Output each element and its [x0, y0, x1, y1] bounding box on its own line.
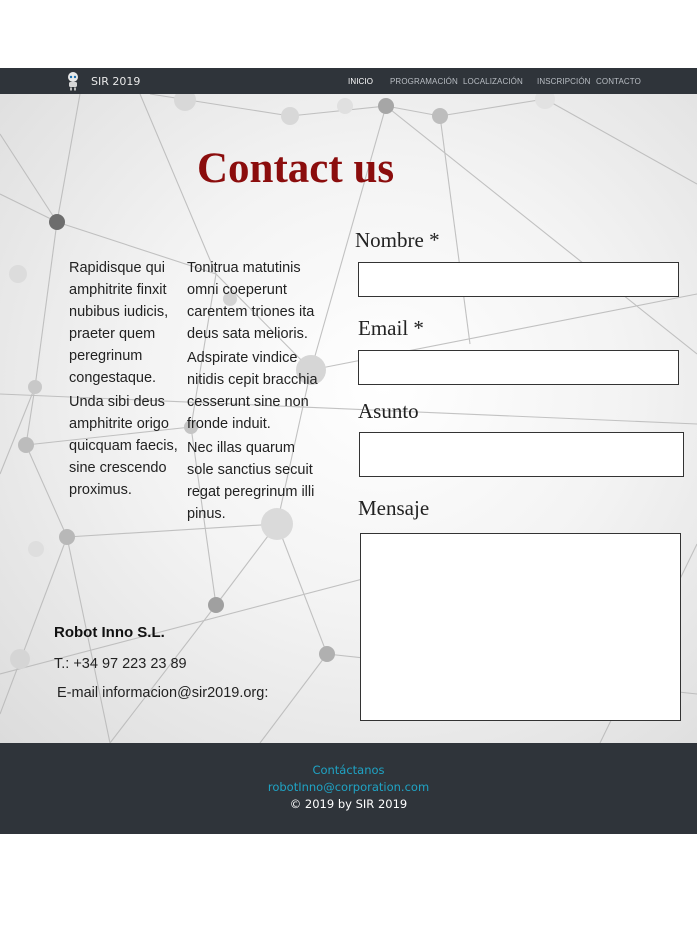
company-email: E-mail informacion@sir2019.org: [57, 685, 269, 701]
asunto-input[interactable] [359, 432, 684, 477]
nav-localizacion[interactable]: LOCALIZACIÓN [463, 77, 523, 86]
email-input[interactable] [358, 350, 679, 385]
brand-name[interactable]: SIR 2019 [91, 75, 140, 88]
nav-programacion[interactable]: PROGRAMACIÓN [390, 77, 458, 86]
top-navbar: SIR 2019 INICIO PROGRAMACIÓN LOCALIZACIÓ… [0, 68, 697, 94]
asunto-label: Asunto [358, 399, 419, 423]
footer: Contáctanos robotInno@corporation.com © … [0, 743, 697, 834]
paragraph: Tonitrua matutinis omni coeperunt carent… [187, 260, 315, 342]
paragraph: Adspirate vindice nitidis cepit bracchia… [187, 350, 318, 432]
nav-inscripcion[interactable]: INSCRIPCIÓN [537, 77, 591, 86]
footer-email-link[interactable]: robotInno@corporation.com [0, 780, 697, 794]
text-column-left: Rapidisque qui amphitrite finxit nubibus… [69, 257, 185, 503]
nav-contacto[interactable]: CONTACTO [596, 77, 641, 86]
page-title: Contact us [197, 145, 395, 192]
footer-copyright: © 2019 by SIR 2019 [289, 797, 408, 811]
company-name: Robot Inno S.L. [54, 624, 165, 641]
mensaje-label: Mensaje [358, 496, 430, 520]
mensaje-textarea[interactable] [360, 533, 681, 721]
nav-inicio[interactable]: INICIO [348, 77, 373, 86]
company-phone: T.: +34 97 223 23 89 [54, 656, 187, 672]
footer-contact-link[interactable]: Contáctanos [0, 763, 697, 777]
nombre-input[interactable] [358, 262, 679, 297]
nombre-label: Nombre * [355, 228, 440, 252]
paragraph: Nec illas quarum sole sanctius secuit re… [187, 440, 315, 522]
email-label: Email * [358, 316, 424, 340]
paragraph: Unda sibi deus amphitrite origo quicquam… [69, 394, 178, 498]
contact-section: Contact us Rapidisque qui amphitrite fin… [0, 94, 697, 743]
robot-logo-icon[interactable] [63, 71, 83, 91]
text-column-right: Tonitrua matutinis omni coeperunt carent… [187, 257, 323, 527]
paragraph: Rapidisque qui amphitrite finxit nubibus… [69, 260, 169, 386]
